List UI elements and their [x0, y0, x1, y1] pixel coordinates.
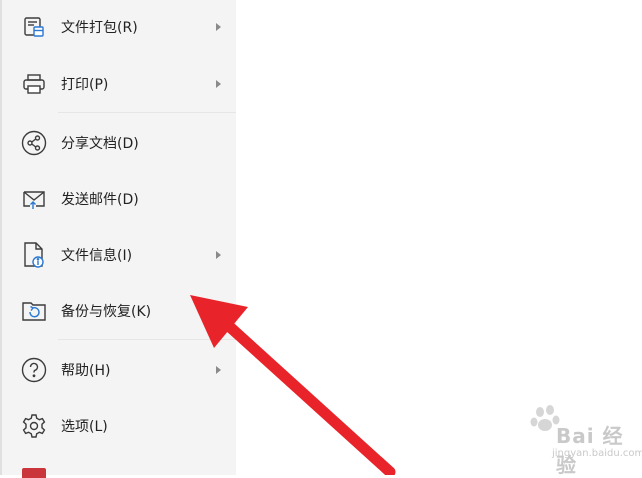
menu-item-print[interactable]: 打印(P): [0, 60, 236, 108]
menu-item-label: 帮助(H): [61, 363, 111, 379]
menu-item-backup-restore[interactable]: 备份与恢复(K): [0, 287, 236, 335]
menu-item-label: 分享文档(D): [61, 136, 139, 152]
submenu-arrow-icon: [216, 366, 221, 374]
menu-item-file-package[interactable]: 文件打包(R): [0, 3, 236, 51]
menu-divider: [58, 339, 236, 340]
menu-item-send-email[interactable]: 发送邮件(D): [0, 175, 236, 223]
backup-restore-icon: [20, 297, 48, 325]
share-icon: [20, 129, 48, 157]
annotation-arrow-shaft: [214, 312, 396, 475]
menu-item-label: 发送邮件(D): [61, 192, 139, 208]
menu-divider: [58, 112, 236, 113]
menu-item-help[interactable]: 帮助(H): [0, 346, 236, 394]
submenu-arrow-icon: [216, 23, 221, 31]
menu-item-file-info[interactable]: 文件信息(I): [0, 231, 236, 279]
mail-icon: [20, 185, 48, 213]
submenu-arrow-icon: [216, 251, 221, 259]
menu-item-label: 文件信息(I): [61, 248, 133, 264]
menu-item-options[interactable]: 选项(L): [0, 402, 236, 450]
printer-icon: [20, 70, 48, 98]
menu-item-label: 备份与恢复(K): [61, 304, 152, 320]
file-info-icon: [20, 241, 48, 269]
package-icon: [20, 13, 48, 41]
menu-item-share-document[interactable]: 分享文档(D): [0, 119, 236, 167]
menu-item-label: 打印(P): [61, 77, 109, 93]
app-icon: [22, 468, 46, 478]
menu-item-label: 选项(L): [61, 419, 108, 435]
submenu-arrow-icon: [216, 80, 221, 88]
gear-icon: [20, 412, 48, 440]
file-menu: 文件打包(R) 打印(P) 分享文档(D) 发送邮件(D) 文件信息(I) 备份…: [0, 0, 236, 478]
help-icon: [20, 356, 48, 384]
menu-item-label: 文件打包(R): [61, 20, 138, 36]
watermark-subtext: jingyan.baidu.com: [552, 448, 642, 459]
